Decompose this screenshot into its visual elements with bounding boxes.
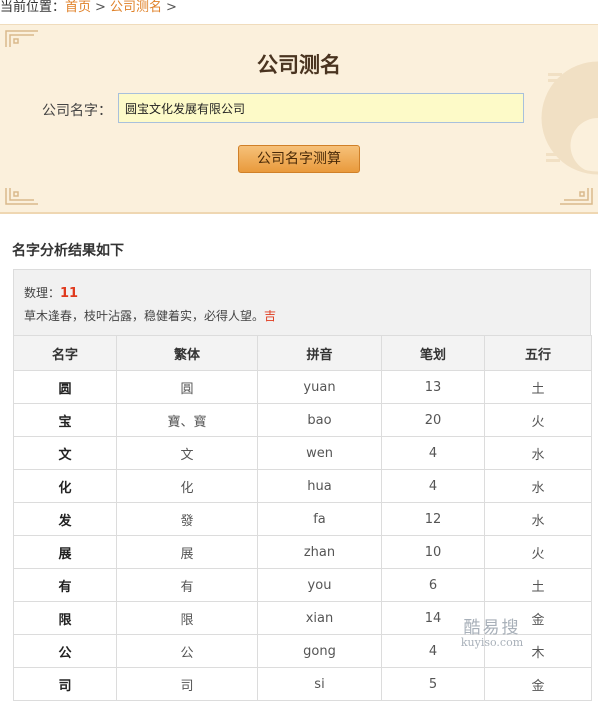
table-header-row: 名字 繁体 拼音 笔划 五行: [13, 335, 592, 371]
table-row: 化 化 hua 4 水: [13, 469, 592, 503]
cell-pinyin: hua: [257, 469, 382, 503]
cell-pinyin: xian: [257, 601, 382, 635]
company-name-input[interactable]: [118, 93, 524, 123]
watermark-en: kuyiso.com: [460, 636, 524, 649]
column-header: 五行: [484, 335, 592, 371]
cell-pinyin: you: [257, 568, 382, 602]
cell-traditional: 圓: [116, 370, 258, 404]
breadcrumb-prefix: 当前位置：: [0, 0, 66, 15]
cell-element: 水: [484, 436, 592, 470]
luck-badge: 吉: [264, 309, 277, 323]
cell-traditional: 發: [116, 502, 258, 536]
form-title: 公司测名: [257, 53, 341, 77]
cell-strokes: 6: [381, 568, 485, 602]
table-row: 司 司 si 5 金: [13, 667, 592, 701]
cell-character: 公: [13, 634, 117, 668]
breadcrumb-trailing-separator: >: [165, 0, 177, 15]
cell-pinyin: fa: [257, 502, 382, 536]
cell-pinyin: bao: [257, 403, 382, 437]
column-header: 拼音: [257, 335, 382, 371]
cell-element: 水: [484, 469, 592, 503]
cell-pinyin: gong: [257, 634, 382, 668]
table-row: 宝 寶、寳 bao 20 火: [13, 403, 592, 437]
cell-traditional: 文: [116, 436, 258, 470]
breadcrumb-separator: >: [95, 0, 106, 15]
cell-strokes: 13: [381, 370, 485, 404]
cell-traditional: 司: [116, 667, 258, 701]
cell-character: 限: [13, 601, 117, 635]
company-name-test-panel: 公司测名 公司名字： 公司名字测算: [0, 24, 598, 214]
cell-strokes: 20: [381, 403, 485, 437]
cell-element: 金: [484, 667, 592, 701]
breadcrumb: 当前位置：首页 > 公司测名 >: [0, 0, 181, 15]
corner-ornament-top-left-icon: [4, 29, 40, 49]
cell-character: 化: [13, 469, 117, 503]
cell-character: 司: [13, 667, 117, 701]
cell-strokes: 4: [381, 469, 485, 503]
breadcrumb-current-link[interactable]: 公司测名: [110, 0, 162, 15]
cell-strokes: 10: [381, 535, 485, 569]
cell-character: 展: [13, 535, 117, 569]
cell-pinyin: zhan: [257, 535, 382, 569]
fortune-description: 草木逢春，枝叶沾露，稳健着实，必得人望。: [24, 309, 265, 323]
watermark-cn: 酷易搜: [463, 618, 521, 638]
cell-character: 圆: [13, 370, 117, 404]
result-heading: 名字分析结果如下: [12, 243, 124, 259]
cell-traditional: 寶、寳: [116, 403, 258, 437]
cell-element: 火: [484, 403, 592, 437]
table-row: 有 有 you 6 土: [13, 568, 592, 602]
cell-strokes: 12: [381, 502, 485, 536]
cell-traditional: 展: [116, 535, 258, 569]
company-name-label: 公司名字：: [42, 103, 112, 119]
table-row: 发 發 fa 12 水: [13, 502, 592, 536]
column-header: 繁体: [116, 335, 258, 371]
number-line: 数理：11: [24, 284, 78, 301]
column-header: 名字: [13, 335, 117, 371]
column-header: 笔划: [381, 335, 485, 371]
fortune-line: 草木逢春，枝叶沾露，稳健着实，必得人望。吉: [24, 307, 276, 324]
cell-strokes: 5: [381, 667, 485, 701]
cell-character: 发: [13, 502, 117, 536]
cell-pinyin: si: [257, 667, 382, 701]
cell-character: 有: [13, 568, 117, 602]
number-value: 11: [60, 286, 79, 301]
cell-character: 宝: [13, 403, 117, 437]
cell-element: 水: [484, 502, 592, 536]
result-summary: 数理：11 草木逢春，枝叶沾露，稳健着实，必得人望。吉: [13, 269, 591, 335]
breadcrumb-home-link[interactable]: 首页: [65, 0, 91, 15]
number-label: 数理：: [24, 286, 61, 300]
cell-pinyin: yuan: [257, 370, 382, 404]
cell-strokes: 4: [381, 436, 485, 470]
cell-element: 土: [484, 370, 592, 404]
table-row: 圆 圓 yuan 13 土: [13, 370, 592, 404]
calculate-button[interactable]: 公司名字测算: [238, 145, 360, 173]
cell-traditional: 限: [116, 601, 258, 635]
cell-pinyin: wen: [257, 436, 382, 470]
table-row: 展 展 zhan 10 火: [13, 535, 592, 569]
cell-traditional: 公: [116, 634, 258, 668]
cell-traditional: 有: [116, 568, 258, 602]
cell-character: 文: [13, 436, 117, 470]
cell-traditional: 化: [116, 469, 258, 503]
watermark: 酷易搜 kuyiso.com: [452, 613, 532, 649]
cell-element: 火: [484, 535, 592, 569]
cell-element: 土: [484, 568, 592, 602]
table-row: 文 文 wen 4 水: [13, 436, 592, 470]
corner-ornament-bottom-left-icon: [4, 186, 40, 206]
